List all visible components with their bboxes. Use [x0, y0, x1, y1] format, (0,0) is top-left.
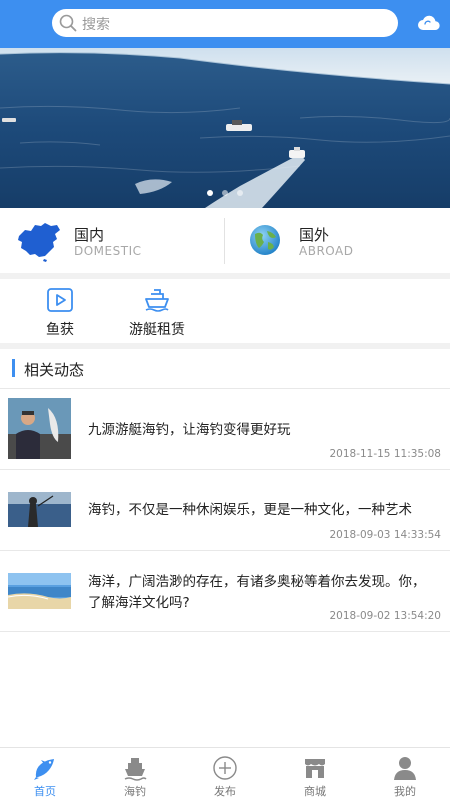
globe-icon	[250, 225, 280, 255]
news-thumbnail	[8, 398, 71, 459]
category-domestic[interactable]: 国内 DOMESTIC	[0, 208, 225, 274]
user-icon	[394, 757, 416, 780]
tab-store[interactable]: 商城	[270, 748, 360, 800]
section-header: 相关动态	[0, 349, 450, 389]
category-subtitle: ABROAD	[299, 244, 354, 258]
news-item[interactable]: 海洋，广阔浩渺的存在，有诸多奥秘等着你去发现。你，了解海洋文化吗? 2018-0…	[0, 551, 450, 632]
region-categories: 国内 DOMESTIC 国外 ABROAD	[0, 208, 450, 274]
category-title: 国内	[74, 226, 105, 244]
section-accent-bar	[12, 359, 15, 377]
carousel-dots	[0, 181, 450, 200]
category-title: 国外	[299, 226, 330, 244]
news-title: 海洋，广阔浩渺的存在，有诸多奥秘等着你去发现。你，了解海洋文化吗?	[88, 574, 426, 611]
tab-label: 海钓	[124, 785, 146, 798]
carousel-dot[interactable]	[222, 190, 228, 196]
news-thumbnail	[8, 492, 71, 527]
china-map-icon	[18, 223, 60, 262]
tab-home[interactable]: 首页	[0, 748, 90, 800]
news-item[interactable]: 九源游艇海钓，让海钓变得更好玩 2018-11-15 11:35:08	[0, 389, 450, 470]
category-subtitle: DOMESTIC	[74, 244, 142, 258]
search-icon	[59, 14, 77, 32]
carousel-dot[interactable]	[206, 190, 213, 196]
quick-link-catch[interactable]: 鱼获	[36, 287, 84, 339]
search-placeholder: 搜索	[82, 17, 110, 33]
plus-circle-icon	[213, 756, 237, 780]
news-date: 2018-11-15 11:35:08	[329, 448, 441, 460]
tab-label: 发布	[214, 785, 236, 798]
news-date: 2018-09-02 13:54:20	[329, 610, 441, 622]
tab-publish[interactable]: 发布	[180, 748, 270, 800]
yacht-icon	[145, 289, 169, 312]
tab-label: 商城	[304, 785, 326, 798]
news-title: 九源游艇海钓，让海钓变得更好玩	[88, 422, 291, 438]
video-play-icon	[47, 288, 73, 312]
category-abroad[interactable]: 国外 ABROAD	[225, 208, 450, 274]
store-icon	[305, 759, 325, 778]
news-title: 海钓，不仅是一种休闲娱乐，更是一种文化，一种艺术	[88, 502, 412, 518]
fish-icon	[34, 759, 54, 780]
quick-links: 鱼获 游艇租赁	[0, 279, 450, 343]
quick-link-label: 游艇租赁	[129, 322, 185, 338]
fishing-boat-icon	[124, 758, 147, 781]
tab-label: 首页	[34, 785, 56, 798]
section-title: 相关动态	[24, 361, 85, 379]
tab-profile[interactable]: 我的	[360, 748, 450, 800]
cloud-icon[interactable]	[416, 10, 442, 36]
news-thumbnail	[8, 573, 71, 609]
quick-link-yacht-rental[interactable]: 游艇租赁	[122, 287, 192, 339]
quick-link-label: 鱼获	[46, 322, 74, 338]
tab-label: 我的	[394, 785, 416, 798]
banner-carousel[interactable]	[0, 48, 450, 208]
news-item[interactable]: 海钓，不仅是一种休闲娱乐，更是一种文化，一种艺术 2018-09-03 14:3…	[0, 470, 450, 551]
carousel-dot[interactable]	[237, 190, 244, 196]
search-bar[interactable]: 搜索	[52, 9, 398, 37]
news-date: 2018-09-03 14:33:54	[329, 529, 441, 541]
tab-sea-fishing[interactable]: 海钓	[90, 748, 180, 800]
bottom-tab-bar: 首页 海钓 发布 商城 我的	[0, 747, 450, 800]
header-bar: 搜索	[0, 0, 450, 48]
